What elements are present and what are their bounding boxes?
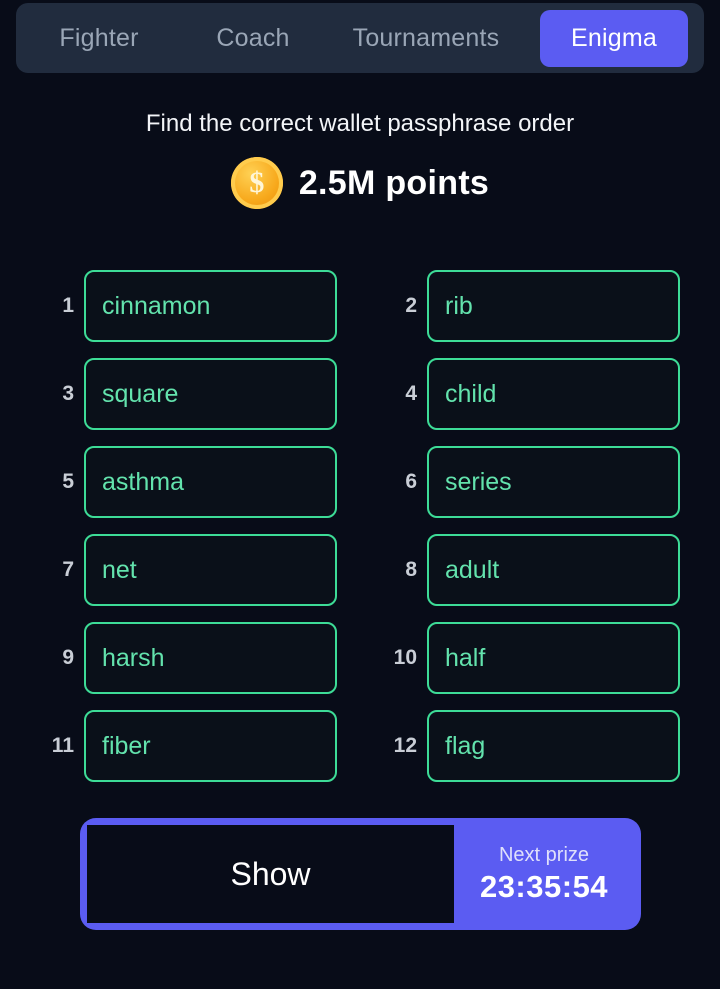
word-index: 7 (62, 558, 74, 581)
tab-enigma[interactable]: Enigma (540, 9, 688, 67)
word-index: 8 (405, 558, 417, 581)
word-box-12[interactable]: flag (427, 710, 680, 782)
list-item: 9 harsh (40, 622, 337, 694)
tab-fighter[interactable]: Fighter (20, 10, 178, 67)
word-label: child (445, 379, 497, 408)
word-label: cinnamon (102, 291, 211, 320)
word-label: net (102, 555, 137, 584)
page-subtitle: Find the correct wallet passphrase order (145, 110, 575, 137)
word-box-3[interactable]: square (84, 358, 337, 430)
word-label: fiber (102, 731, 151, 760)
word-index: 1 (62, 294, 74, 317)
word-index: 4 (405, 382, 417, 405)
word-box-9[interactable]: harsh (84, 622, 337, 694)
word-label: half (445, 643, 486, 672)
list-item: 8 adult (383, 534, 680, 606)
word-box-10[interactable]: half (427, 622, 680, 694)
action-bar: Show Next prize 23:35:54 (80, 818, 641, 930)
word-index: 6 (405, 470, 417, 493)
list-item: 1 cinnamon (40, 270, 337, 342)
word-box-1[interactable]: cinnamon (84, 270, 337, 342)
list-item: 7 net (40, 534, 337, 606)
passphrase-word-grid: 1 cinnamon 2 rib 3 square 4 child 5 asth… (0, 270, 720, 782)
tab-tournaments[interactable]: Tournaments (328, 10, 524, 67)
word-label: adult (445, 555, 500, 584)
word-label: flag (445, 731, 486, 760)
word-box-4[interactable]: child (427, 358, 680, 430)
next-prize-countdown: 23:35:54 (479, 868, 609, 904)
word-index: 3 (62, 382, 74, 405)
show-button-label: Show (230, 855, 311, 892)
list-item: 11 fiber (40, 710, 337, 782)
next-prize-panel: Next prize 23:35:54 (454, 825, 634, 923)
list-item: 5 asthma (40, 446, 337, 518)
word-box-2[interactable]: rib (427, 270, 680, 342)
word-box-8[interactable]: adult (427, 534, 680, 606)
list-item: 6 series (383, 446, 680, 518)
word-index: 11 (51, 734, 74, 757)
word-index: 9 (62, 646, 74, 669)
word-box-7[interactable]: net (84, 534, 337, 606)
coin-dollar-icon (230, 157, 283, 209)
points-value: 2.5M points (298, 163, 490, 202)
list-item: 4 child (383, 358, 680, 430)
word-label: rib (445, 291, 473, 320)
word-index: 2 (405, 294, 417, 317)
word-label: series (445, 467, 512, 496)
top-navigation-bar: Fighter Coach Tournaments Enigma (16, 3, 704, 73)
word-index: 12 (393, 734, 417, 757)
word-box-6[interactable]: series (427, 446, 680, 518)
list-item: 12 flag (383, 710, 680, 782)
word-label: asthma (102, 467, 184, 496)
show-button[interactable]: Show (87, 825, 454, 923)
next-prize-label: Next prize (498, 843, 590, 866)
tab-coach[interactable]: Coach (178, 10, 328, 67)
word-label: square (102, 379, 179, 408)
list-item: 3 square (40, 358, 337, 430)
word-index: 5 (62, 470, 74, 493)
word-index: 10 (393, 646, 417, 669)
list-item: 2 rib (383, 270, 680, 342)
points-row: 2.5M points (0, 157, 720, 209)
word-box-5[interactable]: asthma (84, 446, 337, 518)
list-item: 10 half (383, 622, 680, 694)
word-box-11[interactable]: fiber (84, 710, 337, 782)
word-label: harsh (102, 643, 165, 672)
